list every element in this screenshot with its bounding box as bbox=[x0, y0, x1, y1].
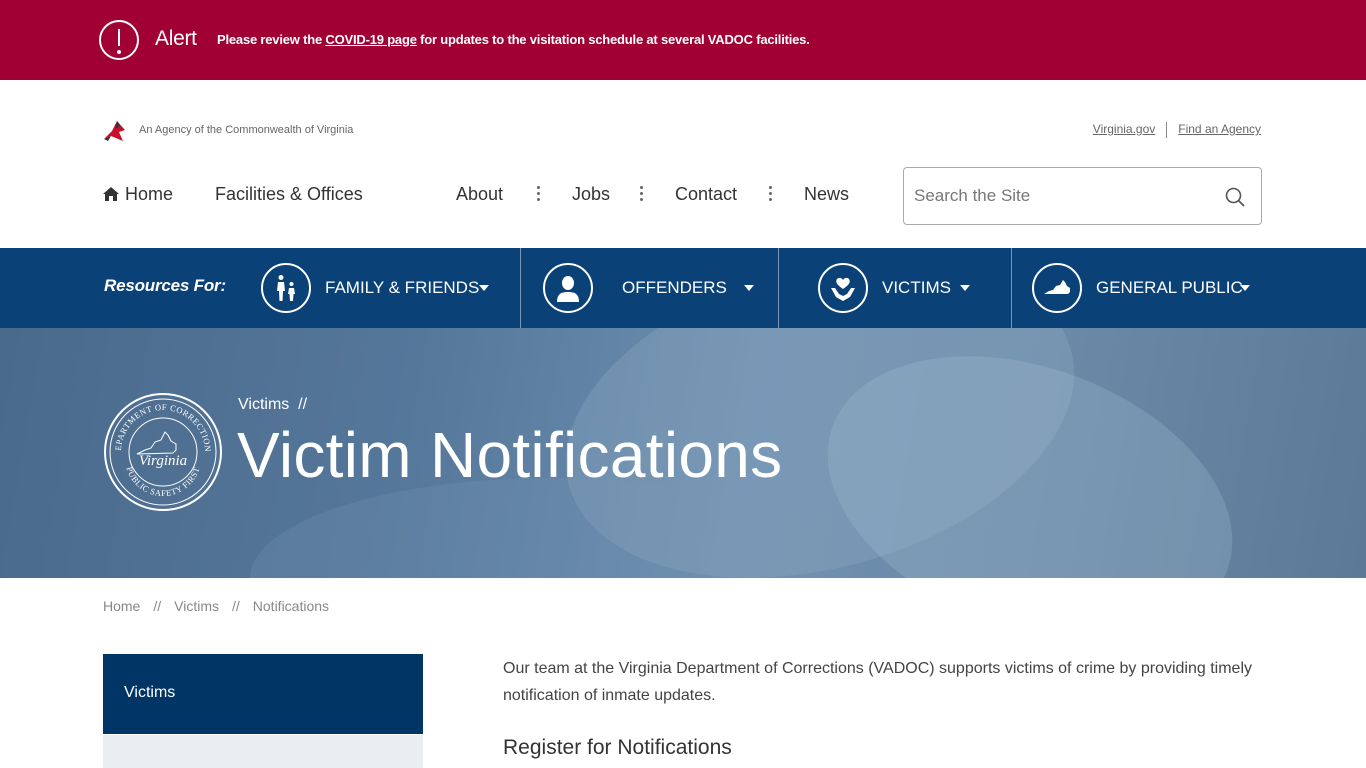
hero-crumb-victims-link[interactable]: Victims bbox=[238, 396, 289, 413]
tab-family-friends[interactable]: FAMILY & FRIENDS bbox=[260, 248, 520, 328]
nav-facilities[interactable]: Facilities & Offices bbox=[215, 184, 363, 205]
search-box bbox=[903, 167, 1262, 225]
search-input[interactable] bbox=[914, 168, 1214, 224]
home-icon bbox=[103, 187, 119, 201]
alert-message-prefix: Please review the bbox=[217, 32, 326, 47]
virginia-gov-link[interactable]: Virginia.gov bbox=[1093, 122, 1155, 138]
nav-news[interactable]: News bbox=[804, 184, 849, 205]
sidenav-title: Victims bbox=[124, 684, 176, 701]
intro-paragraph: Our team at the Virginia Department of C… bbox=[503, 660, 1252, 704]
nav-separator bbox=[768, 184, 772, 202]
svg-text:PUBLIC SAFETY FIRST: PUBLIC SAFETY FIRST bbox=[124, 465, 201, 498]
tab-family-friends-label: FAMILY & FRIENDS bbox=[325, 278, 480, 297]
breadcrumb-victims[interactable]: Victims bbox=[174, 598, 219, 614]
nav-jobs[interactable]: Jobs bbox=[572, 184, 610, 205]
chevron-down-icon bbox=[479, 285, 489, 291]
exclamation-circle-icon bbox=[99, 20, 139, 60]
nav-contact[interactable]: Contact bbox=[675, 184, 737, 205]
nav-home[interactable]: Home bbox=[103, 184, 173, 205]
svg-text:Virginia: Virginia bbox=[139, 453, 187, 469]
search-icon[interactable] bbox=[1225, 187, 1245, 207]
page-title: Victim Notifications bbox=[237, 419, 783, 491]
agency-text: An Agency of the Commonwealth of Virgini… bbox=[139, 124, 354, 136]
breadcrumb-current: Notifications bbox=[252, 598, 330, 614]
sidenav-item-victims[interactable]: Victims bbox=[103, 654, 423, 734]
tab-general-public[interactable]: GENERAL PUBLIC bbox=[1012, 248, 1262, 328]
virginia-map-icon bbox=[1032, 263, 1082, 313]
alert-bar: Alert Please review the COVID-19 page fo… bbox=[0, 0, 1366, 80]
breadcrumb: Home // Victims // Notifications bbox=[103, 598, 329, 614]
breadcrumb-separator: // bbox=[232, 598, 240, 614]
alert-message-suffix: for updates to the visitation schedule a… bbox=[416, 32, 810, 47]
tab-offenders[interactable]: OFFENDERS bbox=[521, 248, 778, 328]
tab-victims[interactable]: VICTIMS bbox=[779, 248, 1011, 328]
vadoc-seal-logo: DEPARTMENT OF CORRECTIONS PUBLIC SAFETY … bbox=[103, 392, 222, 511]
utility-divider bbox=[1166, 122, 1168, 138]
nav-separator bbox=[536, 184, 540, 202]
family-icon bbox=[261, 263, 311, 313]
person-icon bbox=[543, 263, 593, 313]
nav-home-label: Home bbox=[125, 184, 174, 204]
tab-victims-label: VICTIMS bbox=[882, 278, 951, 297]
find-agency-link[interactable]: Find an Agency bbox=[1178, 122, 1261, 138]
resources-bar: Resources For: FAMILY & FRIENDS OFFENDER… bbox=[0, 248, 1366, 328]
hero-breadcrumb: Victims // bbox=[238, 396, 307, 414]
tab-offenders-label: OFFENDERS bbox=[622, 278, 727, 297]
sidenav-item[interactable] bbox=[103, 735, 423, 768]
chevron-down-icon bbox=[960, 285, 970, 291]
alert-message: Please review the COVID-19 page for upda… bbox=[217, 32, 810, 47]
breadcrumb-home[interactable]: Home bbox=[103, 598, 140, 614]
tab-general-public-label: GENERAL PUBLIC bbox=[1096, 278, 1243, 297]
nav-about[interactable]: About bbox=[456, 184, 503, 205]
resources-label: Resources For: bbox=[104, 276, 226, 295]
covid-page-link[interactable]: COVID-19 page bbox=[325, 32, 417, 47]
register-heading: Register for Notifications bbox=[503, 736, 732, 759]
alert-title: Alert bbox=[155, 27, 197, 50]
nav-separator bbox=[639, 184, 643, 202]
cardinal-logo-icon bbox=[104, 121, 125, 141]
hero-crumb-separator: // bbox=[298, 396, 308, 413]
hero-banner: DEPARTMENT OF CORRECTIONS PUBLIC SAFETY … bbox=[0, 328, 1366, 578]
chevron-down-icon bbox=[744, 285, 754, 291]
heart-hands-icon bbox=[818, 263, 868, 313]
breadcrumb-separator: // bbox=[153, 598, 162, 614]
chevron-down-icon bbox=[1240, 285, 1250, 291]
utility-links: Virginia.gov Find an Agency bbox=[1093, 122, 1261, 138]
